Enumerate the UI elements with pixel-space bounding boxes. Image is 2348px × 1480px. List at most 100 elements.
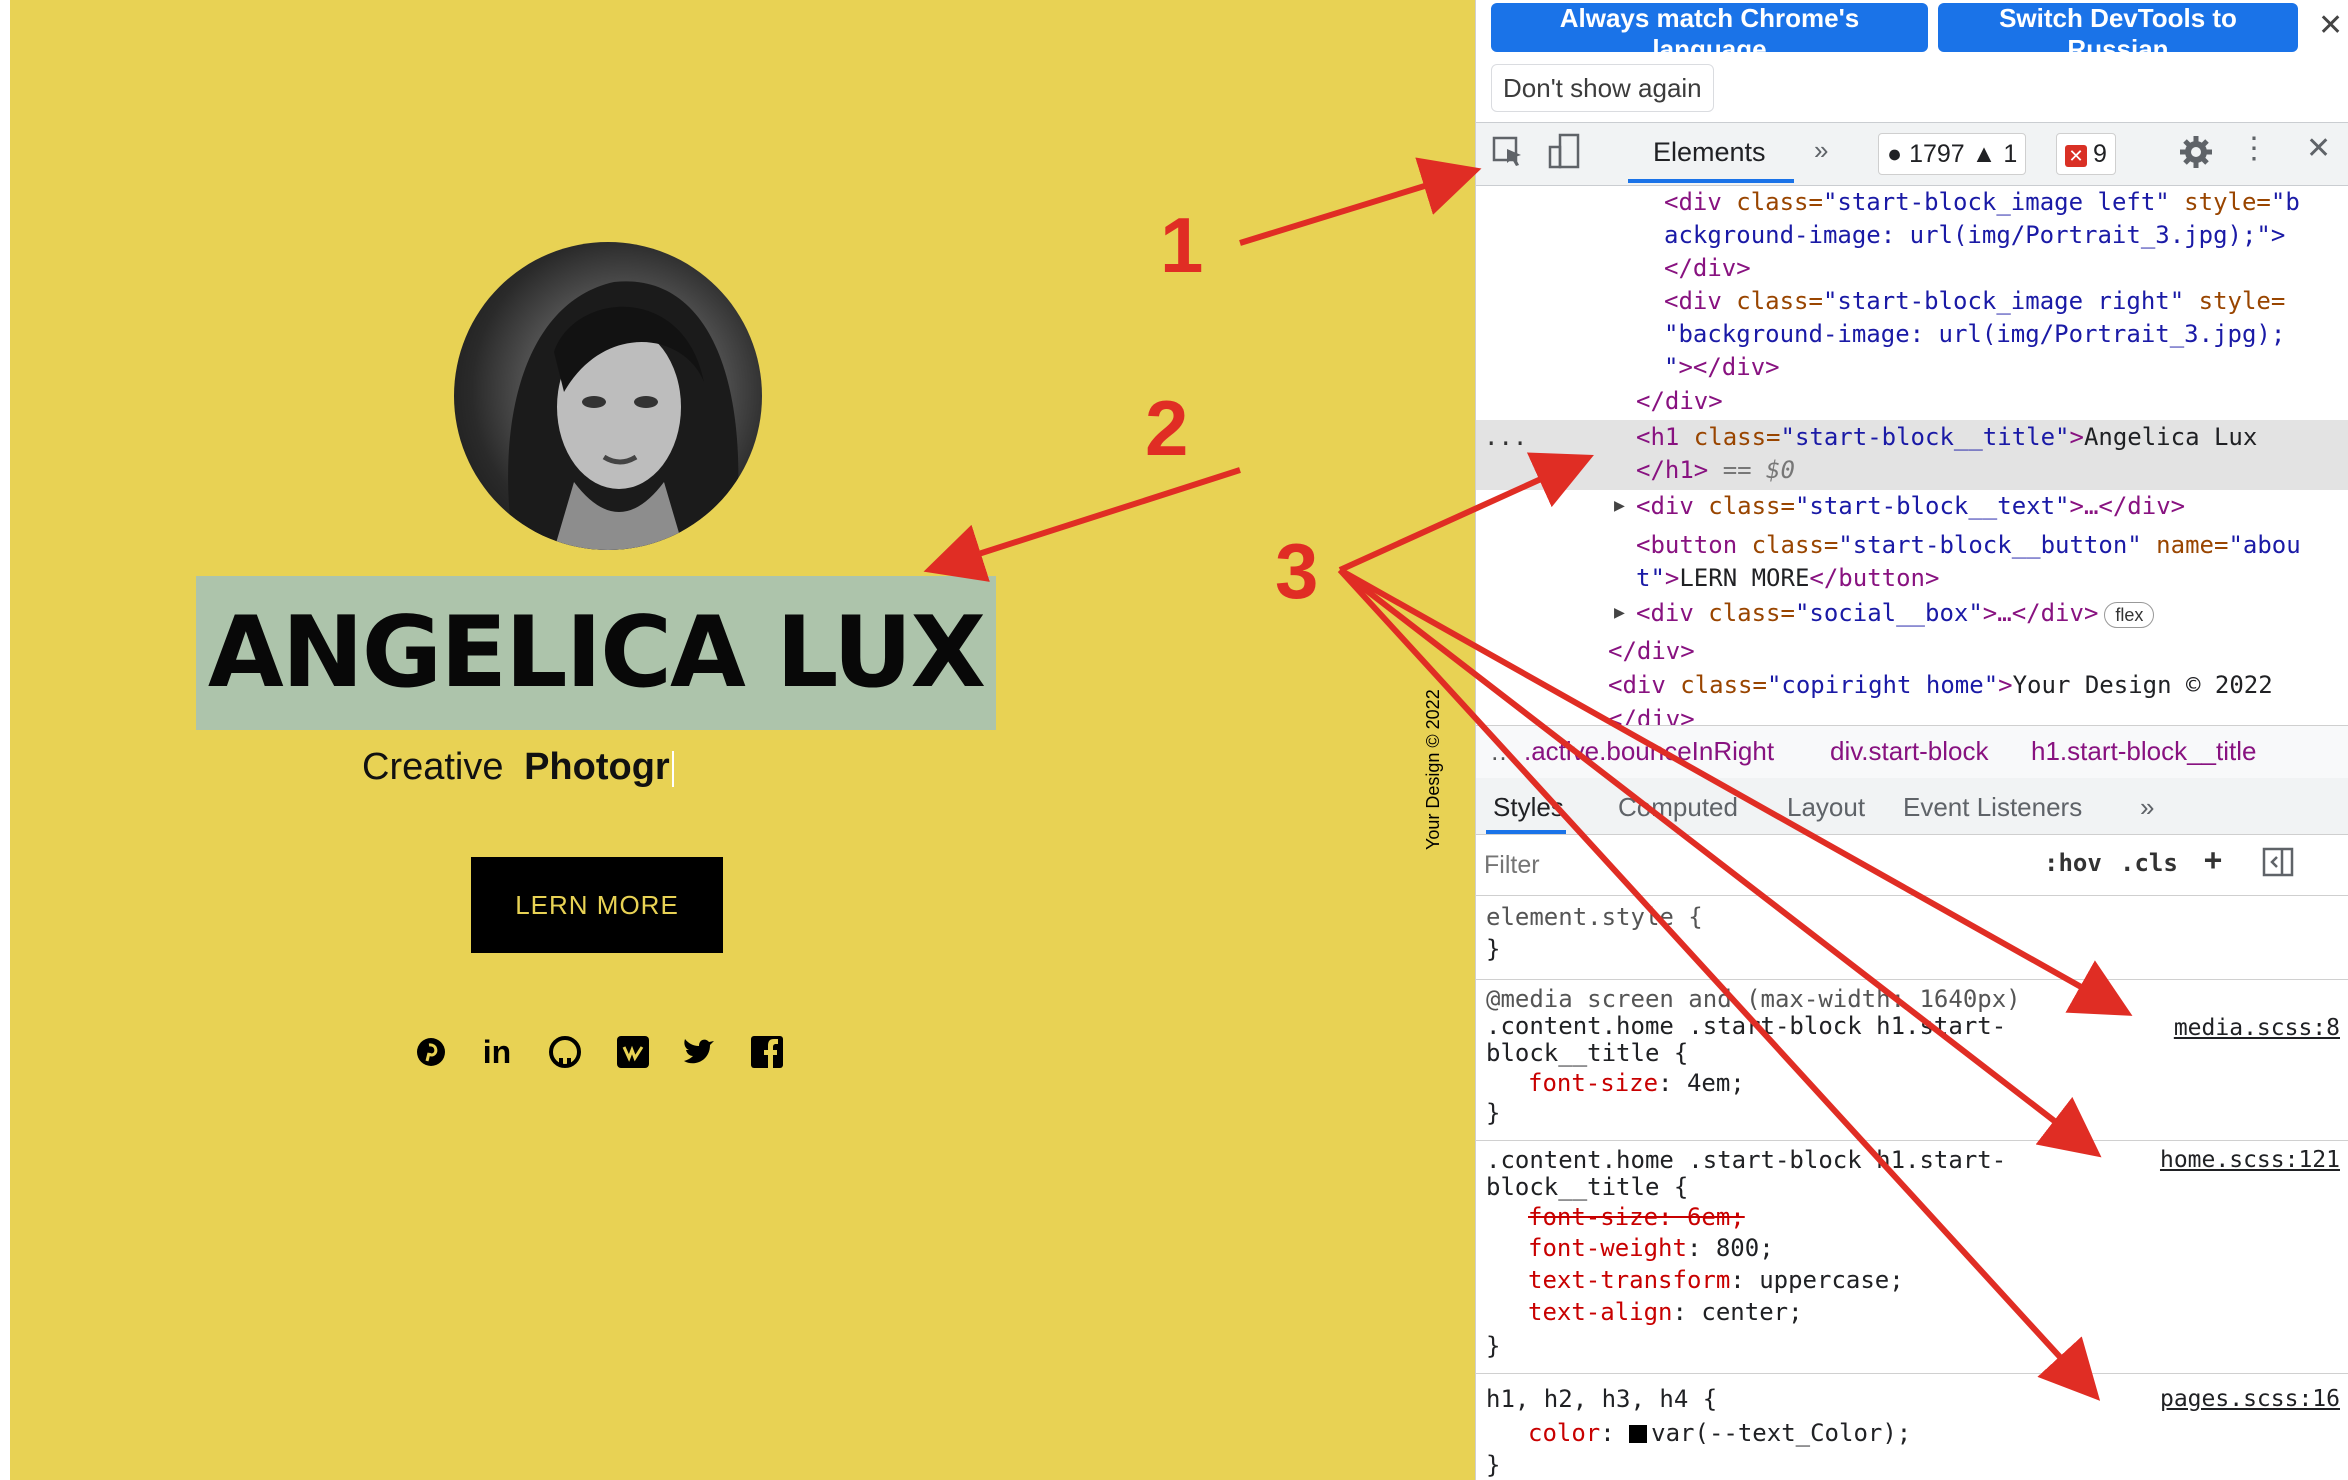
more-tabs-icon[interactable]: » [1814, 135, 1828, 166]
source-link[interactable]: home.scss:121 [2160, 1147, 2340, 1173]
dom-line[interactable]: "background-image: url(img/Portrait_3.jp… [1664, 317, 2285, 351]
rule-media: @media screen and (max-width: 1640px) .c… [1476, 980, 2348, 1141]
breadcrumb: … .active.bounceInRight div.start-block … [1476, 725, 2348, 779]
css-declaration[interactable]: font-weight: 800; [1528, 1233, 1774, 1263]
rule-selector[interactable]: .content.home .start-block h1.start- [1486, 1145, 2006, 1175]
tab-elements[interactable]: Elements [1653, 137, 1766, 168]
vk-icon[interactable] [616, 1035, 650, 1069]
pinterest-icon[interactable] [414, 1035, 448, 1069]
expand-triangle-icon[interactable]: ▶ [1614, 489, 1625, 523]
subtitle-plain: Creative [362, 746, 504, 788]
css-declaration[interactable]: text-transform: uppercase; [1528, 1265, 1904, 1295]
dom-tree: <div class="start-block_image left" styl… [1476, 185, 2348, 725]
css-declaration[interactable]: font-size: 4em; [1528, 1068, 1745, 1098]
warnings-count: 1797 [1909, 140, 1965, 168]
info-count: 1 [2003, 140, 2018, 168]
rule-selector[interactable]: .content.home .start-block h1.start- [1486, 1011, 2006, 1041]
dom-line[interactable]: <div class="start-block_image right" sty… [1664, 284, 2285, 318]
dom-line[interactable]: </div> [1664, 251, 1751, 285]
close-devtools-icon[interactable]: ✕ [2306, 131, 2331, 166]
rule-selector[interactable]: element.style { [1486, 902, 1703, 932]
linkedin-icon[interactable]: in [480, 1034, 514, 1070]
source-link[interactable]: media.scss:8 [2174, 1015, 2340, 1041]
css-declaration[interactable]: text-align: center; [1528, 1297, 1803, 1327]
styles-subtabs: Styles Computed Layout Event Listeners » [1476, 778, 2348, 835]
dom-line[interactable]: "></div> [1664, 350, 1780, 384]
media-query: @media screen and (max-width: 1640px) [1486, 985, 2021, 1013]
dom-line-selected[interactable]: </h1> == $0 [1636, 453, 1795, 487]
rule-selector[interactable]: block__title { [1486, 1172, 1688, 1202]
rule-close-brace: } [1486, 1332, 1501, 1360]
dom-line[interactable]: <div class="copiright home">Your Design … [1608, 668, 2273, 702]
learn-more-button[interactable]: LERN MORE [471, 857, 723, 953]
side-copyright: Your Design © 2022 [1423, 689, 1443, 850]
device-toolbar-icon[interactable] [1548, 133, 1582, 178]
more-subtabs-icon[interactable]: » [2140, 792, 2154, 823]
tab-event-listeners[interactable]: Event Listeners [1903, 792, 2082, 823]
triangle-icon: ▲ [1971, 140, 1997, 168]
rule-close-brace: } [1486, 1099, 1501, 1127]
always-match-language-button[interactable]: Always match Chrome's language [1491, 3, 1928, 64]
switch-devtools-russian-button[interactable]: Switch DevTools to Russian [1938, 3, 2298, 64]
dom-line[interactable]: </div> [1608, 702, 1695, 725]
rule-selector[interactable]: block__title { [1486, 1038, 1688, 1068]
dom-line[interactable]: </div> [1636, 384, 1723, 418]
rule-headings: h1, h2, h3, h4 { color: var(--text_Color… [1476, 1374, 2348, 1480]
styles-filter-row: :hov .cls + [1476, 835, 2348, 896]
dom-node-menu-icon[interactable]: ... [1484, 420, 1527, 454]
dom-line-selected[interactable]: <h1 class="start-block__title">Angelica … [1636, 420, 2257, 454]
tab-computed[interactable]: Computed [1618, 792, 1738, 823]
hero-subtitle: Creative Photogr [362, 742, 674, 792]
breadcrumb-overflow[interactable]: … [1490, 736, 1516, 767]
message-counts[interactable]: ● 1797 ▲ 1 [1878, 133, 2027, 175]
flex-badge[interactable]: flex [2104, 602, 2155, 628]
typing-caret [671, 750, 674, 787]
github-icon[interactable] [548, 1035, 582, 1069]
css-declaration-overridden[interactable]: font-size: 6em; [1528, 1202, 1745, 1232]
expand-triangle-icon[interactable]: ▶ [1614, 596, 1625, 630]
rule-close-brace: } [1486, 935, 1501, 963]
active-tab-indicator [1628, 179, 1794, 183]
errors-count: 9 [2093, 140, 2107, 168]
tab-styles[interactable]: Styles [1493, 792, 1564, 823]
dom-line[interactable]: <div class="start-block_image left" styl… [1664, 185, 2300, 219]
color-swatch-icon[interactable] [1629, 1425, 1648, 1443]
twitter-icon[interactable] [682, 1035, 716, 1069]
rule-selector[interactable]: h1, h2, h3, h4 { [1486, 1384, 1717, 1414]
facebook-icon[interactable] [750, 1035, 784, 1069]
toggle-sidebar-icon[interactable] [2262, 847, 2294, 883]
new-rule-plus-icon[interactable]: + [2204, 843, 2222, 878]
website-page: ANGELICA LUX Creative Photogr LERN MORE … [10, 0, 1475, 1480]
settings-gear-icon[interactable] [2179, 135, 2213, 176]
breadcrumb-item[interactable]: .active.bounceInRight [1524, 736, 1774, 767]
active-subtab-indicator [1486, 830, 1566, 834]
dom-line[interactable]: </div> [1608, 634, 1695, 668]
devtools-panel: Always match Chrome's language Switch De… [1475, 0, 2348, 1480]
rule-home: .content.home .start-block h1.start- blo… [1476, 1141, 2348, 1374]
css-declaration[interactable]: color: var(--text_Color); [1528, 1418, 1911, 1448]
banner-close-icon[interactable]: ✕ [2318, 8, 2343, 43]
dom-line[interactable]: t">LERN MORE</button> [1636, 561, 1939, 595]
dom-line[interactable]: <button class="start-block__button" name… [1636, 528, 2301, 562]
kebab-menu-icon[interactable]: ⋮ [2239, 131, 2269, 166]
rule-close-brace: } [1486, 1451, 1501, 1479]
inspect-element-icon[interactable] [1491, 135, 1525, 176]
dont-show-again-button[interactable]: Don't show again [1491, 64, 1714, 112]
dom-line[interactable]: <div class="social__box">…</div> flex [1636, 596, 2155, 630]
styles-filter-input[interactable] [1482, 843, 2026, 887]
breadcrumb-item-current[interactable]: h1.start-block__title [2031, 736, 2256, 767]
subtitle-typed: Photogr [524, 746, 670, 788]
dom-line[interactable]: ackground-image: url(img/Portrait_3.jpg)… [1664, 218, 2285, 252]
dom-line[interactable]: <div class="start-block__text">…</div> [1636, 489, 2185, 523]
hero-title: ANGELICA LUX [196, 576, 996, 730]
error-count[interactable]: ✕ 9 [2056, 133, 2116, 175]
tab-layout[interactable]: Layout [1787, 792, 1865, 823]
devtools-toolbar: Elements » ● 1797 ▲ 1 ✕ 9 ⋮ ✕ [1476, 122, 2348, 186]
portrait-avatar [454, 242, 762, 550]
error-x-icon: ✕ [2065, 145, 2087, 167]
hover-state-toggle[interactable]: :hov [2044, 849, 2102, 877]
breadcrumb-item[interactable]: div.start-block [1830, 736, 1988, 767]
rule-element-style: element.style { } [1476, 896, 2348, 980]
source-link[interactable]: pages.scss:16 [2160, 1386, 2340, 1412]
class-toggle[interactable]: .cls [2120, 849, 2178, 877]
